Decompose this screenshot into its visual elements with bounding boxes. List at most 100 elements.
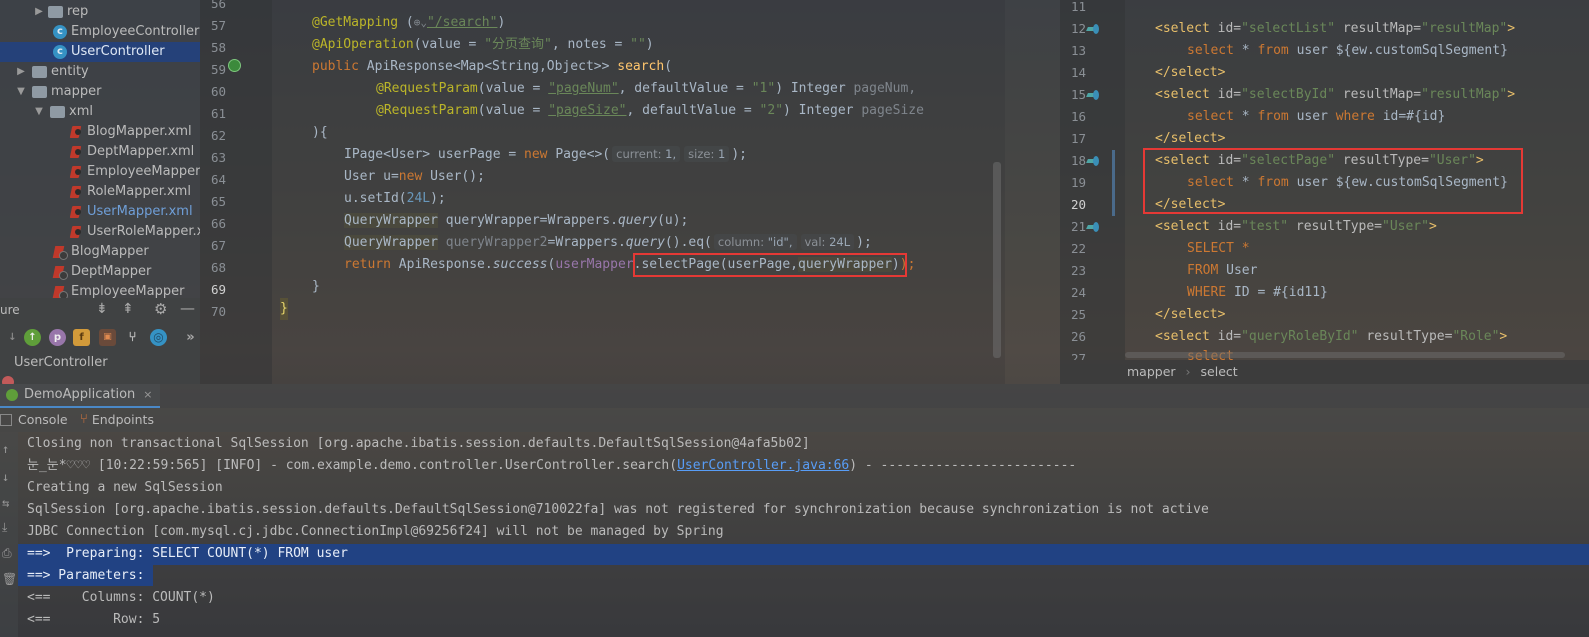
java-scrollbar-thumb[interactable] xyxy=(993,162,1001,358)
endpoints-icon: ⑂ xyxy=(80,412,88,427)
clear-all-icon[interactable]: 🗑 xyxy=(2,572,17,586)
editor-splitter[interactable] xyxy=(1005,0,1060,384)
class-icon: c xyxy=(53,45,67,59)
more-icon[interactable]: » xyxy=(182,329,199,346)
code-line-63: User u=new User(); xyxy=(344,169,485,184)
print-icon[interactable]: ⎙ xyxy=(2,546,12,561)
tree-item-blog-mapper-xml[interactable]: BlogMapper.xml xyxy=(70,122,192,142)
structure-toolbar: ↓ ↑ p f ▣ ⑂ ◎ » xyxy=(0,324,200,352)
tree-item-user-role-mapper-xml[interactable]: UserRoleMapper.xr xyxy=(70,222,200,242)
breadcrumb-mapper[interactable]: mapper xyxy=(1127,364,1176,379)
console-output[interactable]: Closing non transactional SqlSession [or… xyxy=(18,432,1589,637)
mybatis-xml-icon xyxy=(70,165,83,179)
tree-item-dept-mapper-xml[interactable]: DeptMapper.xml xyxy=(70,142,194,162)
tree-item-employee-mapper-xml[interactable]: EmployeeMapper.x xyxy=(70,162,200,182)
class-icon: c xyxy=(53,25,67,39)
code-line-62: IPage<User> userPage = new Page<>(curren… xyxy=(344,146,747,162)
tree-item-rep[interactable]: ▶ rep xyxy=(34,2,88,22)
tree-item-role-mapper-xml[interactable]: RoleMapper.xml xyxy=(70,182,191,202)
spring-boot-icon xyxy=(6,389,18,401)
globe-icon[interactable]: ⊕⌄ xyxy=(414,16,427,29)
tab-endpoints[interactable]: ⑂ Endpoints xyxy=(80,408,154,432)
tree-item-user-mapper-xml[interactable]: UserMapper.xml xyxy=(70,202,193,222)
chevron-down-icon[interactable]: ▼ xyxy=(34,102,44,122)
tree-item-xml[interactable]: ▼ xml xyxy=(34,102,93,122)
breadcrumb-separator-icon: › xyxy=(1185,364,1191,379)
tree-item-dept-mapper[interactable]: DeptMapper xyxy=(53,262,151,282)
structure-tree: UserController xyxy=(0,352,200,384)
sort-alpha-icon[interactable]: ↓ xyxy=(4,329,21,346)
param-hint-current: current: 1, xyxy=(612,146,681,162)
structure-item-user-controller[interactable]: UserController xyxy=(14,355,108,370)
console-line: Closing non transactional SqlSession [or… xyxy=(27,436,810,451)
close-icon[interactable]: × xyxy=(143,383,152,407)
tree-item-mapper[interactable]: ▼ mapper xyxy=(16,82,101,102)
tree-item-employee-mapper[interactable]: EmployeeMapper xyxy=(53,282,184,298)
code-line-68: } xyxy=(312,279,320,294)
java-gutter: 56 57 58 59 60 61 62 63 64 65 66 67 68 6… xyxy=(200,0,272,384)
console-line: ==> Parameters: xyxy=(27,568,153,583)
tree-item-entity[interactable]: ▶ entity xyxy=(16,62,89,82)
code-line-56: @GetMapping (⊕⌄"/search") xyxy=(312,15,506,30)
endpoint-gutter-icon[interactable] xyxy=(228,59,241,72)
xml-line-15: <select id="selectById" resultMap="resul… xyxy=(1155,87,1516,102)
tab-demo-application[interactable]: DemoApplication × xyxy=(0,383,161,408)
change-marker xyxy=(1112,150,1115,216)
scroll-to-end-icon[interactable]: ⤓ xyxy=(2,520,7,535)
gear-icon[interactable]: ⚙ xyxy=(154,300,167,318)
chevron-down-icon[interactable]: ▼ xyxy=(16,82,26,102)
xml-line-12: <select id="selectList" resultMap="resul… xyxy=(1155,21,1516,36)
folder-icon xyxy=(32,66,47,78)
chevron-right-icon[interactable]: ▶ xyxy=(16,62,26,82)
method-icon xyxy=(2,376,14,384)
mapper-interface-icon xyxy=(53,285,68,298)
tree-item-user-controller[interactable]: c UserController xyxy=(0,42,200,62)
xml-line-17: </select> xyxy=(1155,131,1226,146)
mybatis-navigate-icon[interactable] xyxy=(1087,156,1101,166)
tree-item-blog-mapper[interactable]: BlogMapper xyxy=(53,242,149,262)
collapse-icon[interactable]: ⇞ xyxy=(122,301,134,317)
mybatis-navigate-icon[interactable] xyxy=(1087,24,1101,34)
console-icon xyxy=(0,414,12,426)
property-icon[interactable]: p xyxy=(49,329,66,346)
highlight-box-select-page-xml xyxy=(1143,148,1523,214)
tree-item-employee-controller[interactable]: c EmployeeController xyxy=(53,22,199,42)
mybatis-xml-icon xyxy=(70,205,83,219)
inherited-icon[interactable]: ↑ xyxy=(24,329,41,346)
tab-console[interactable]: Console xyxy=(0,408,68,432)
highlight-box-select-page-call xyxy=(633,253,907,277)
code-line-66: QueryWrapper queryWrapper2=Wrappers.quer… xyxy=(344,234,872,250)
scroll-up-icon[interactable]: ↑ xyxy=(2,442,9,456)
code-line-58: public ApiResponse<Map<String,Object>> s… xyxy=(312,59,673,74)
xml-editor[interactable]: 11 12 13 14 15 16 17 18 19 20 21 22 23 2… xyxy=(1060,0,1589,360)
lock-icon[interactable]: ▣ xyxy=(99,329,116,346)
xml-line-23: FROM User xyxy=(1187,263,1258,278)
xml-line-24: WHERE ID = #{id11} xyxy=(1187,285,1328,300)
soft-wrap-icon[interactable]: ⇆ xyxy=(2,496,9,510)
mybatis-xml-icon xyxy=(70,185,83,199)
breadcrumb-select[interactable]: select xyxy=(1201,364,1238,379)
xml-line-13: select * from user ${ew.customSqlSegment… xyxy=(1187,43,1508,58)
folder-icon xyxy=(32,86,47,98)
console-line: <== Row: 5 xyxy=(27,612,161,627)
mybatis-navigate-icon[interactable] xyxy=(1087,90,1101,100)
code-line-59: @RequestParam(value = "pageNum", default… xyxy=(376,81,917,96)
xml-line-14: </select> xyxy=(1155,65,1226,80)
scroll-down-icon[interactable]: ↓ xyxy=(2,470,9,484)
minimize-icon[interactable]: — xyxy=(180,299,195,317)
mybatis-navigate-icon[interactable] xyxy=(1087,222,1101,232)
console-tabs: Console ⑂ Endpoints xyxy=(0,408,1589,432)
console-line: ==> Preparing: SELECT COUNT(*) FROM user xyxy=(27,546,348,561)
console-action-bar: ↑ ↓ ⇆ ⤓ ⎙ 🗑 xyxy=(0,432,18,637)
chevron-right-icon[interactable]: ▶ xyxy=(34,2,44,22)
hierarchy-icon[interactable]: ⑂ xyxy=(124,329,141,346)
xml-line-16: select * from user where id=#{id} xyxy=(1187,109,1446,124)
code-line-64: u.setId(24L); xyxy=(344,191,446,206)
sort-icon[interactable]: ⇟ xyxy=(96,301,108,317)
field-icon[interactable]: f xyxy=(73,329,90,346)
xml-line-21: <select id="test" resultType="User"> xyxy=(1155,219,1437,234)
xml-horizontal-scrollbar[interactable] xyxy=(1125,352,1565,358)
source-link[interactable]: UserController.java:66 xyxy=(677,458,849,473)
java-editor[interactable]: 56 57 58 59 60 61 62 63 64 65 66 67 68 6… xyxy=(200,0,1005,384)
target-icon[interactable]: ◎ xyxy=(150,329,167,346)
